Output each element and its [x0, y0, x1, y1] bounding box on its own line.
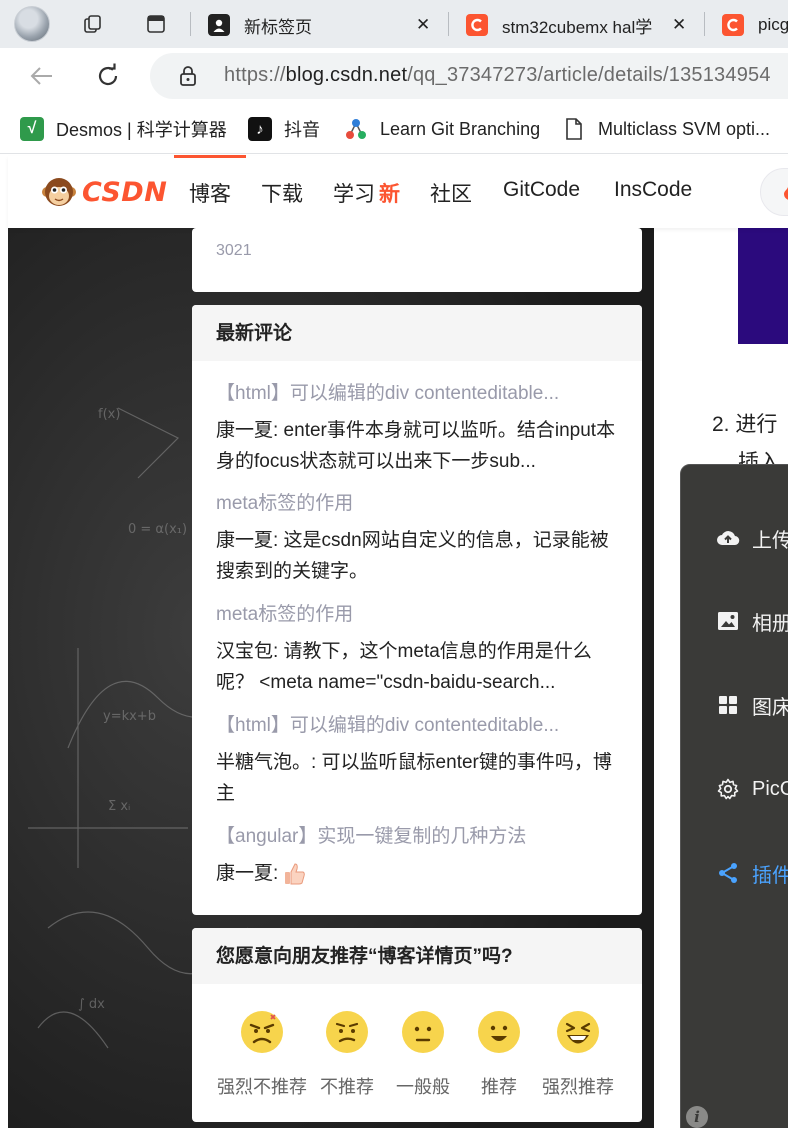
tab-stm32[interactable]: stm32cubemx hal学 [466, 6, 652, 44]
comment-article-link[interactable]: 【html】可以编辑的div contenteditable... [216, 381, 616, 407]
nav-learn[interactable]: 学习新 [333, 178, 400, 208]
share-icon [716, 861, 740, 885]
tab-close-icon[interactable]: ✕ [672, 6, 686, 44]
comment-text[interactable]: 康一夏: 这是csdn网站自定义的信息，记录能被搜索到的关键字。 [216, 525, 616, 587]
new-badge: 新 [379, 183, 400, 206]
svg-text:f(x): f(x) [98, 407, 120, 422]
recommend-options: 强烈不推荐 不推荐 一般般 推荐 强烈推荐 [192, 1010, 642, 1110]
bookmark-desmos[interactable]: √ Desmos | 科学计算器 [20, 116, 227, 142]
panel-item-upload[interactable]: 上传 [716, 524, 788, 552]
bookmark-multiclass-svm[interactable]: Multiclass SVM opti... [562, 116, 770, 142]
comment-item[interactable]: meta标签的作用 汉宝包: 请教下，这个meta信息的作用是什么呢？ <met… [216, 602, 616, 698]
comment-article-link[interactable]: meta标签的作用 [216, 602, 616, 628]
vertical-tabs-icon[interactable] [145, 13, 167, 35]
tab-separator [448, 12, 449, 36]
grin-face-icon [557, 1011, 599, 1053]
comment-text[interactable]: 半糖气泡。: 可以监听鼠标enter键的事件吗，博主 [216, 747, 616, 809]
refresh-icon[interactable] [94, 62, 122, 90]
panel-item-image-host[interactable]: 图床 [716, 691, 788, 719]
stat-value: 3021 [216, 242, 252, 259]
comment-article-link[interactable]: 【angular】实现一键复制的几种方法 [216, 824, 616, 850]
comment-text[interactable]: 康一夏: [216, 858, 616, 889]
document-icon [562, 117, 586, 141]
flame-icon [784, 187, 788, 200]
desmos-icon: √ [20, 117, 44, 141]
browser-tab-bar [0, 0, 788, 48]
cloud-upload-icon [716, 526, 740, 550]
url-text[interactable]: https://blog.csdn.net/qq_37347273/articl… [224, 64, 771, 87]
svg-text:y=kx+b: y=kx+b [103, 709, 156, 724]
article-step-text: 2. 进行 [712, 413, 778, 436]
nav-blog[interactable]: 博客 [189, 178, 231, 208]
comment-article-link[interactable]: 【html】可以编辑的div contenteditable... [216, 713, 616, 739]
latest-comments-card: 最新评论 【html】可以编辑的div contenteditable... 康… [192, 305, 642, 915]
recommend-card: 您愿意向朋友推荐“博客详情页”吗? 强烈不推荐 不推荐 一般般 推荐 强烈推荐 [192, 928, 642, 1122]
nav-community[interactable]: 社区 [430, 178, 472, 208]
csdn-logo[interactable]: CSDN [40, 172, 167, 212]
bookmark-learn-git[interactable]: Learn Git Branching [344, 116, 540, 142]
comment-item[interactable]: meta标签的作用 康一夏: 这是csdn网站自定义的信息，记录能被搜索到的关键… [216, 491, 616, 587]
stat-card: 3021 [192, 228, 642, 292]
reco-option-strongly-not[interactable]: 强烈不推荐 [217, 1010, 307, 1099]
tab-picg[interactable]: picg [722, 6, 788, 44]
article-image [738, 228, 788, 344]
tiktok-user-icon [208, 14, 230, 36]
angry-face-icon [241, 1011, 283, 1053]
tab-title: picg [758, 15, 788, 34]
nav-inscode[interactable]: InsCode [614, 178, 692, 202]
comment-text[interactable]: 汉宝包: 请教下，这个meta信息的作用是什么呢？ <meta name="cs… [216, 636, 616, 698]
tab-title: 新标签页 [244, 17, 312, 37]
comment-item[interactable]: 【html】可以编辑的div contenteditable... 康一夏: e… [216, 381, 616, 477]
csdn-favicon-icon [722, 14, 744, 36]
smile-face-icon [478, 1011, 520, 1053]
tab-new-tab[interactable]: 新标签页 [208, 6, 312, 44]
tab-close-icon[interactable]: ✕ [416, 6, 430, 44]
image-icon [716, 609, 740, 633]
comment-article-link[interactable]: meta标签的作用 [216, 491, 616, 517]
tab-separator [704, 12, 705, 36]
comment-item[interactable]: 【html】可以编辑的div contenteditable... 半糖气泡。:… [216, 713, 616, 809]
info-icon[interactable]: i [686, 1106, 708, 1128]
git-branch-icon [344, 117, 368, 141]
panel-item-plugins[interactable]: 插件 [716, 859, 788, 887]
neutral-face-icon [402, 1011, 444, 1053]
back-arrow-icon[interactable] [28, 62, 56, 90]
comment-item[interactable]: 【angular】实现一键复制的几种方法 康一夏: [216, 824, 616, 889]
thumbs-up-icon [285, 862, 306, 884]
csdn-monkey-icon [42, 178, 76, 206]
bookmark-douyin[interactable]: ♪ 抖音 [248, 116, 320, 142]
reco-option-strongly[interactable]: 强烈推荐 [533, 1010, 623, 1099]
tab-separator [190, 12, 191, 36]
nav-active-indicator [174, 155, 246, 158]
gear-icon [716, 777, 740, 801]
profile-avatar[interactable] [14, 6, 50, 42]
comment-text[interactable]: 康一夏: enter事件本身就可以监听。结合input本身的focus状态就可以… [216, 415, 616, 477]
nav-gitcode[interactable]: GitCode [503, 178, 580, 202]
tab-title: stm32cubemx hal学 [502, 17, 653, 37]
panel-item-album[interactable]: 相册 [716, 607, 788, 635]
reco-option-recommend[interactable]: 推荐 [454, 1010, 544, 1099]
csdn-logo-text: CSDN [82, 176, 168, 208]
svg-text:∫ dx: ∫ dx [78, 997, 105, 1012]
workspaces-icon[interactable] [82, 13, 104, 35]
csdn-favicon-icon [466, 14, 488, 36]
svg-text:Σ xᵢ: Σ xᵢ [108, 799, 130, 814]
frown-face-icon [326, 1011, 368, 1053]
latest-comments-title: 最新评论 [192, 305, 642, 361]
nav-download[interactable]: 下载 [261, 178, 303, 208]
recommend-title: 您愿意向朋友推荐“博客详情页”吗? [192, 928, 642, 984]
lock-icon[interactable] [176, 64, 200, 88]
grid-icon [716, 693, 740, 717]
douyin-icon: ♪ [248, 117, 272, 141]
svg-text:0 = α(x₁): 0 = α(x₁) [128, 522, 187, 537]
panel-item-settings[interactable]: PicG [716, 775, 788, 803]
